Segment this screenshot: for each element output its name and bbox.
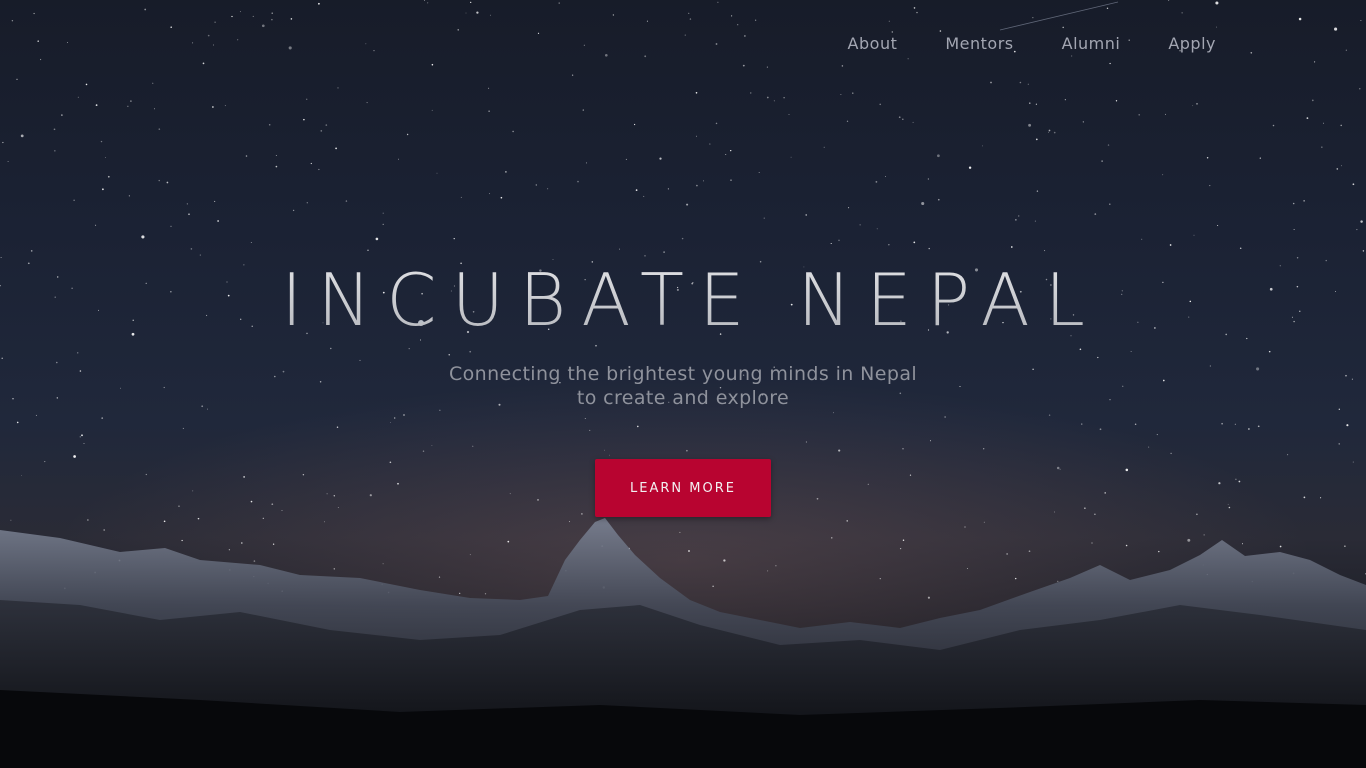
hero-subtitle-line-2: to create and explore (576, 387, 790, 409)
hero-title: INCUBATE NEPAL (0, 255, 1366, 345)
nav-link-apply[interactable]: Apply (1168, 34, 1216, 53)
nav-link-alumni[interactable]: Alumni (1062, 34, 1121, 53)
learn-more-button[interactable]: LEARN MORE (595, 459, 771, 517)
nav-link-mentors[interactable]: Mentors (945, 34, 1013, 53)
hero-subtitle-line-1: Connecting the brightest young minds in … (448, 363, 918, 385)
hero-section: About Mentors Alumni Apply INCUBATE NEPA… (0, 0, 1366, 768)
hero-subtitle: Connecting the brightest young minds in … (0, 362, 1366, 410)
top-navigation: About Mentors Alumni Apply (800, 34, 1216, 53)
nav-link-about[interactable]: About (848, 34, 898, 53)
